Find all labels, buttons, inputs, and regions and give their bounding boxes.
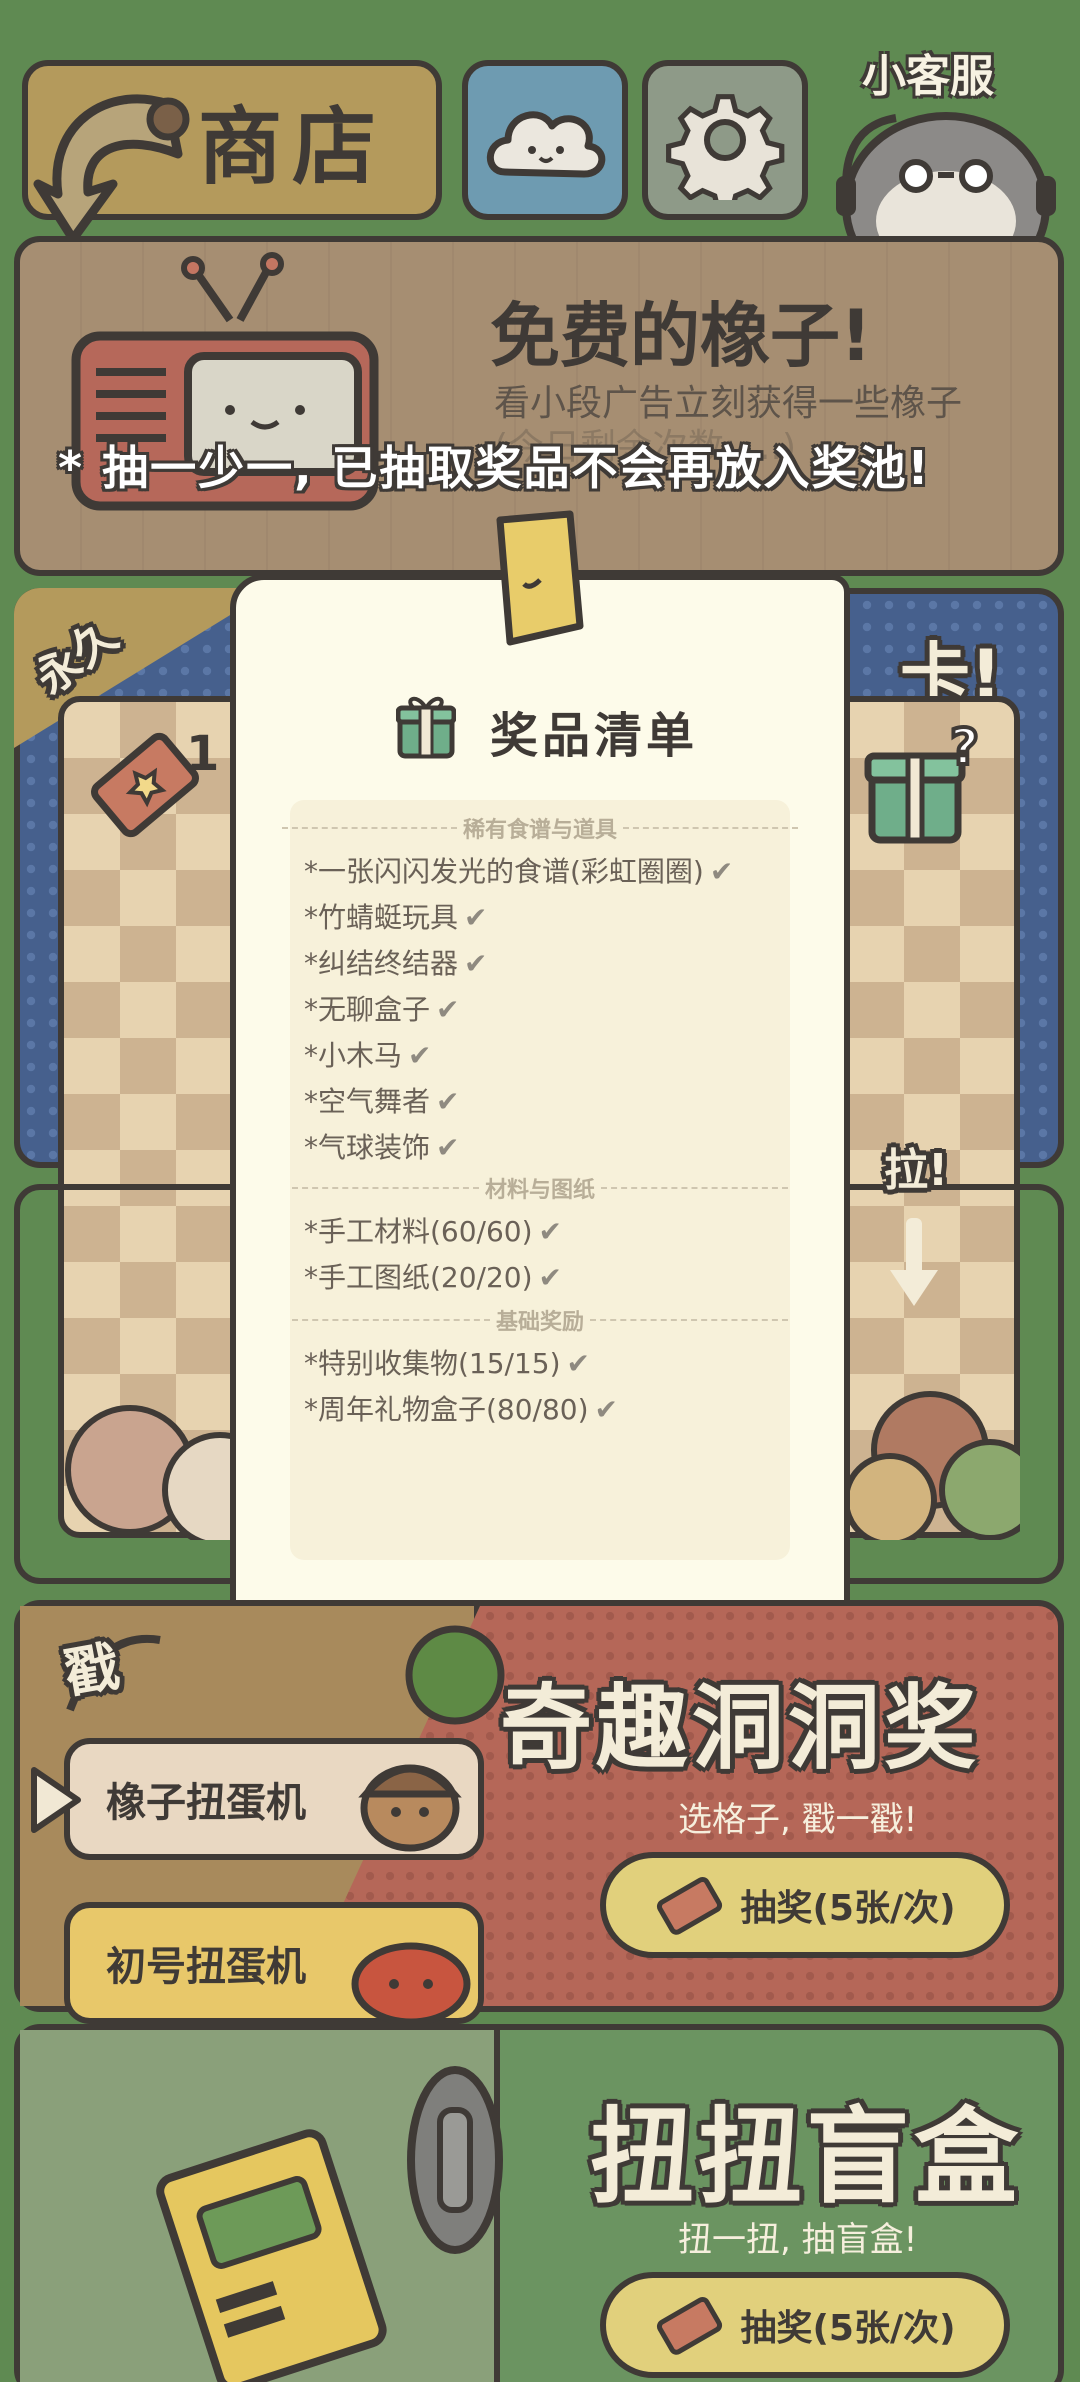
back-arrow-icon[interactable]	[18, 64, 208, 254]
capsules-right-icon	[850, 1391, 1020, 1540]
customer-service-avatar-icon[interactable]	[826, 96, 1066, 246]
check-icon: ✔	[436, 993, 460, 1026]
prize-item: *空气舞者 ✔	[304, 1085, 460, 1118]
customer-service-label: 小客服	[862, 51, 994, 102]
check-icon: ✔	[538, 1261, 563, 1294]
check-icon: ✔	[464, 947, 488, 980]
prize-item: *一张闪闪发光的食谱(彩虹圈圈) ✔	[304, 855, 734, 888]
hole-prize-draw-button[interactable]: 抽奖(5张/次)	[600, 1852, 1010, 1958]
prize-item: *纠结终结器 ✔	[304, 947, 488, 980]
check-icon: ✔	[436, 1131, 460, 1164]
ticket-icon	[657, 1876, 723, 1935]
pull-label: 拉!	[884, 1145, 949, 1196]
settings-button[interactable]	[642, 60, 808, 220]
hole-prize-title: 奇趣洞洞奖	[500, 1675, 981, 1782]
blind-box-draw-button[interactable]: 抽奖(5张/次)	[600, 2272, 1010, 2378]
prize-item: *无聊盒子 ✔	[304, 993, 460, 1026]
section-header-rare: 稀有食谱与道具	[282, 812, 799, 844]
green-ball-icon	[405, 1625, 505, 1725]
acorn-icon	[358, 1764, 462, 1852]
red-mushroom-icon	[351, 1942, 471, 2024]
shop-label: 商店	[197, 97, 386, 196]
mystery-gift-icon: ?	[864, 722, 981, 844]
ticket-icon	[657, 2296, 723, 2355]
prize-item: *手工材料(60/60) ✔	[304, 1215, 563, 1248]
section-header-materials: 材料与图纸	[292, 1172, 789, 1204]
svg-text:?: ?	[950, 722, 979, 776]
check-icon: ✔	[408, 1039, 432, 1072]
check-icon: ✔	[464, 901, 488, 934]
section-header-basic: 基础奖励	[292, 1304, 789, 1336]
ticket-count: 1	[186, 726, 220, 782]
prize-item: *气球装饰 ✔	[304, 1131, 460, 1164]
gear-icon	[666, 94, 785, 200]
tape-icon	[496, 510, 584, 646]
check-icon: ✔	[538, 1215, 563, 1248]
banner-note: * 抽一少一, 已抽取奖品不会再放入奖池!	[58, 441, 931, 495]
hole-prize-subtitle: 选格子, 戳一戳!	[678, 1800, 918, 1840]
prize-item: *小木马 ✔	[304, 1039, 432, 1072]
gift-icon	[396, 696, 456, 759]
blind-box-title: 扭扭盲盒	[590, 2096, 1023, 2218]
prize-item: *周年礼物盒子(80/80) ✔	[304, 1393, 619, 1426]
check-icon: ✔	[566, 1347, 591, 1380]
knob-icon	[407, 2066, 503, 2254]
tv-icon	[71, 252, 379, 511]
play-left-icon[interactable]	[26, 1760, 86, 1840]
ad-title: 免费的橡子!	[490, 295, 872, 377]
prize-list-title: 奖品清单	[490, 708, 699, 764]
cloud-button[interactable]	[462, 60, 628, 220]
prize-item: *竹蜻蜓玩具 ✔	[304, 901, 488, 934]
prize-item: *特别收集物(15/15) ✔	[304, 1347, 591, 1380]
cloud-icon	[486, 111, 606, 178]
check-icon: ✔	[436, 1085, 460, 1118]
check-icon: ✔	[594, 1393, 619, 1426]
blind-box-subtitle: 扭一扭, 抽盲盒!	[678, 2220, 918, 2260]
blind-box-icon	[156, 2129, 387, 2382]
prize-item: *手工图纸(20/20) ✔	[304, 1261, 563, 1294]
arrow-down-icon[interactable]	[884, 1214, 944, 1314]
check-icon: ✔	[709, 855, 734, 888]
